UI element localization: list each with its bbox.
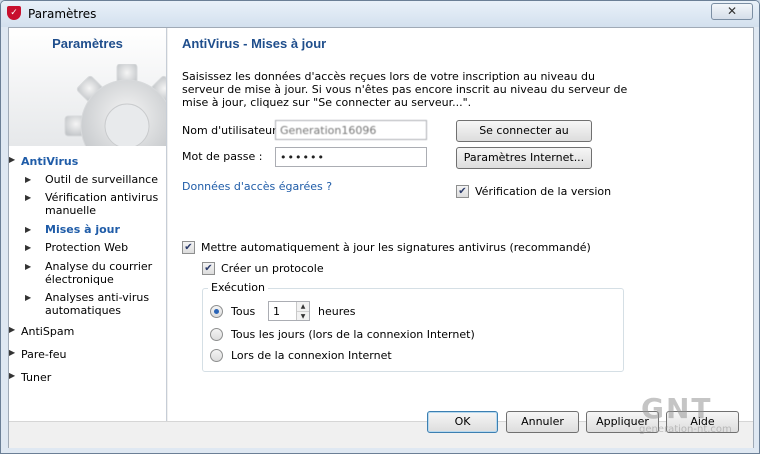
arrow-icon: ▶ [25,175,32,184]
arrow-icon: ▶ [9,348,16,357]
sidebar-item-label: Mises à jour [45,223,120,236]
every-label: Tous [231,305,256,318]
sidebar-item-label: Pare-feu [21,348,67,361]
arrow-icon: ▶ [25,293,32,302]
username-field[interactable]: Generation16096 [275,120,427,140]
arrow-icon: ▶ [25,193,32,202]
expand-arrow-icon: ▶ [9,155,16,164]
title-bar[interactable]: ✓ Paramètres ✕ [1,1,759,27]
sidebar-header: Paramètres [9,28,166,146]
hours-value: 1 [273,305,280,318]
shield-icon: ✓ [7,6,21,20]
version-check-checkbox[interactable]: ✔ [456,185,469,198]
sidebar-item-label: Analyse du courrier électronique [45,260,153,286]
hours-stepper[interactable]: 1 ▲ ▼ [268,301,310,321]
create-log-checkbox[interactable]: ✔ [202,262,215,275]
every-n-hours-radio[interactable] [210,305,223,318]
sidebar-item-label: Protection Web [45,241,129,254]
window-title: Paramètres [28,7,97,21]
dialog-client: Paramètres ▶ AntiVirus ▶ Outil de survei… [8,27,754,448]
auto-update-checkbox[interactable]: ✔ [182,241,195,254]
daily-radio[interactable] [210,328,223,341]
password-label: Mot de passe : [182,150,263,163]
page-title: AntiVirus - Mises à jour [182,36,327,51]
internet-settings-button[interactable]: Paramètres Internet... [456,147,592,169]
on-connect-label: Lors de la connexion Internet [231,349,392,362]
lost-credentials-link[interactable]: Données d'accès égarées ? [182,180,332,193]
watermark-site: generation-nt.com [639,424,732,435]
sidebar-title: Paramètres [52,36,123,51]
hours-label: heures [318,305,356,318]
sidebar-item-label: Tuner [21,371,52,384]
arrow-icon: ▶ [25,262,32,271]
arrow-icon: ▶ [25,225,32,234]
sidebar-item-label: Analyses anti-virus automatiques [45,291,150,317]
instructions-text: Saisissez les données d'accès reçues lor… [182,70,628,109]
sidebar: Paramètres ▶ AntiVirus ▶ Outil de survei… [9,28,167,421]
gear-icon [64,64,166,146]
execution-legend: Exécution [208,281,268,294]
sidebar-item-label: Vérification antivirus manuelle [45,191,159,217]
on-connect-radio[interactable] [210,349,223,362]
ok-button[interactable]: OK [427,411,498,433]
password-field[interactable]: •••••• [275,147,427,167]
content-panel: AntiVirus - Mises à jour Saisissez les d… [168,28,753,421]
arrow-icon: ▶ [25,243,32,252]
arrow-up-icon[interactable]: ▲ [297,302,309,311]
version-check-label: Vérification de la version [475,185,612,198]
cancel-button[interactable]: Annuler [506,411,579,433]
watermark-logo: GNT [641,392,713,425]
arrow-down-icon[interactable]: ▼ [297,311,309,320]
sidebar-item-label: AntiVirus [21,155,79,168]
close-button[interactable]: ✕ [711,3,753,20]
auto-update-label: Mettre automatiquement à jour les signat… [201,241,591,254]
username-label: Nom d'utilisateur : [182,124,284,137]
sidebar-item-label: AntiSpam [21,325,75,338]
arrow-icon: ▶ [9,371,16,380]
arrow-icon: ▶ [9,325,16,334]
stepper-buttons: ▲ ▼ [296,302,309,320]
settings-window: ✓ Paramètres ✕ Paramètres ▶ AntiVirus ▶ … [0,0,760,454]
create-log-label: Créer un protocole [221,262,324,275]
connect-server-button[interactable]: Se connecter au serveur... [456,120,592,157]
daily-label: Tous les jours (lors de la connexion Int… [231,328,475,341]
sidebar-item-label: Outil de surveillance [45,173,158,186]
